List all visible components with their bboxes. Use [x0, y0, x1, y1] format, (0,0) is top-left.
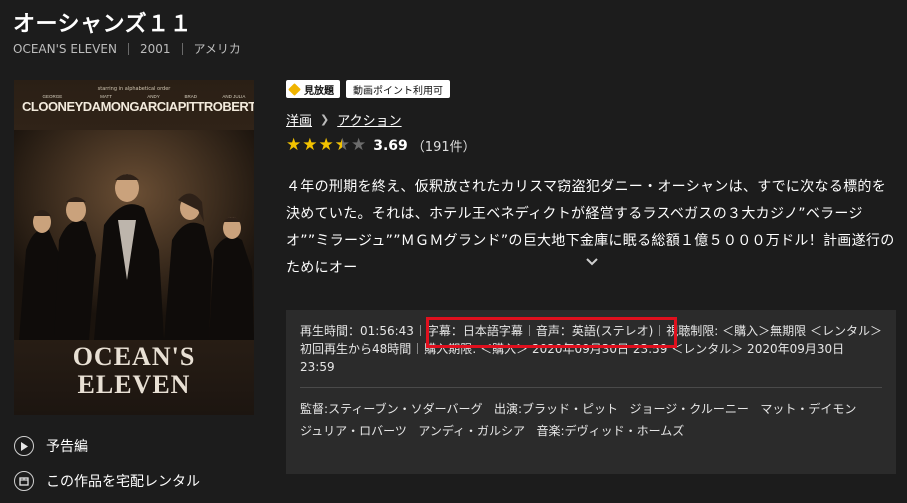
info-divider	[419, 325, 421, 336]
country: アメリカ	[193, 42, 241, 56]
half-star-icon: ★	[335, 137, 350, 155]
genre-link-action[interactable]: アクション	[337, 110, 401, 129]
cast-link[interactable]: ジュリア・ロバーツ	[300, 424, 407, 438]
music-label: 音楽	[536, 424, 561, 438]
poster-cast-name: BRAD PITT	[177, 94, 205, 114]
highlight-box	[426, 317, 677, 348]
director-link[interactable]: スティーブン・ソダーバーグ	[328, 402, 482, 416]
cast-link[interactable]: ブラッド・ピット	[522, 402, 618, 416]
poster-cast-names: GEORGE CLOONEY MATT DAMON ANDY GARCIA BRAD P…	[14, 94, 254, 114]
poster-image[interactable]: starring in alphabetical order GEORGE CLO…	[14, 80, 254, 415]
info-divider	[417, 343, 419, 354]
mihoudai-label: 見放題	[304, 85, 334, 97]
delivery-box-icon	[14, 471, 34, 491]
mihoudai-badge: 見放題	[286, 80, 340, 98]
poster-title-line2: ELEVEN	[77, 370, 191, 399]
poster-title-line1: OCEAN'S	[72, 342, 196, 371]
credits: 監督:スティーブン・ソダーバーグ 出演:ブラッド・ピット ジョージ・クルーニー …	[300, 402, 857, 438]
title-detail-page: オーシャンズ１１ OCEAN'S ELEVEN 2001 アメリカ starri…	[0, 0, 907, 503]
chevron-right-icon: ❯	[320, 113, 330, 126]
badges: 見放題 動画ポイント利用可	[286, 80, 450, 98]
cast-label: 出演	[493, 402, 518, 416]
page-title: オーシャンズ１１	[13, 12, 193, 37]
cast-link[interactable]: アンディ・ガルシア	[418, 424, 525, 438]
director-label: 監督	[300, 402, 325, 416]
poster-cast-name: AND JULIAROBERTS	[203, 94, 254, 114]
mihoudai-icon	[288, 82, 301, 96]
cast-link[interactable]: ジョージ・クルーニー	[630, 402, 749, 416]
star-icon: ★	[302, 135, 318, 155]
cast-link[interactable]: マット・デイモン	[760, 402, 856, 416]
meta-divider	[181, 42, 183, 55]
star-icon: ★	[318, 135, 334, 155]
star-empty-icon: ★	[351, 135, 367, 155]
poster-cast-name: GEORGE CLOONEY	[22, 94, 83, 114]
rating-count: （191件）	[411, 140, 476, 155]
genre-link-western[interactable]: 洋画	[286, 110, 312, 129]
poster-cast-name: ANDY GARCIA	[129, 94, 178, 114]
rental-label: この作品を宅配レンタル	[46, 474, 200, 490]
chevron-down-icon[interactable]	[585, 254, 599, 270]
original-title: OCEAN'S ELEVEN	[13, 41, 117, 56]
meta-divider	[127, 42, 129, 55]
play-icon	[14, 436, 34, 456]
poster-artwork	[14, 130, 254, 340]
trailer-button[interactable]: 予告編	[14, 436, 88, 456]
genre-breadcrumb: 洋画 ❯ アクション	[286, 110, 402, 129]
runtime: 再生時間：01:56:43	[300, 324, 414, 338]
panel-divider	[300, 387, 882, 388]
trailer-label: 予告編	[46, 439, 88, 455]
star-icon: ★	[286, 135, 302, 155]
poster-tagline: starring in alphabetical order	[97, 86, 171, 92]
release-year: 2001	[139, 41, 171, 56]
title-meta: OCEAN'S ELEVEN 2001 アメリカ	[13, 40, 241, 57]
music-link[interactable]: デヴィッド・ホームズ	[565, 424, 685, 438]
poster-cast-name: MATT DAMON	[82, 94, 130, 114]
rating[interactable]: ★ ★ ★ ★ ★ 3.69 （191件）	[286, 135, 476, 156]
rental-button[interactable]: この作品を宅配レンタル	[14, 471, 200, 491]
rating-score: 3.69	[373, 137, 408, 154]
point-badge: 動画ポイント利用可	[346, 80, 450, 98]
